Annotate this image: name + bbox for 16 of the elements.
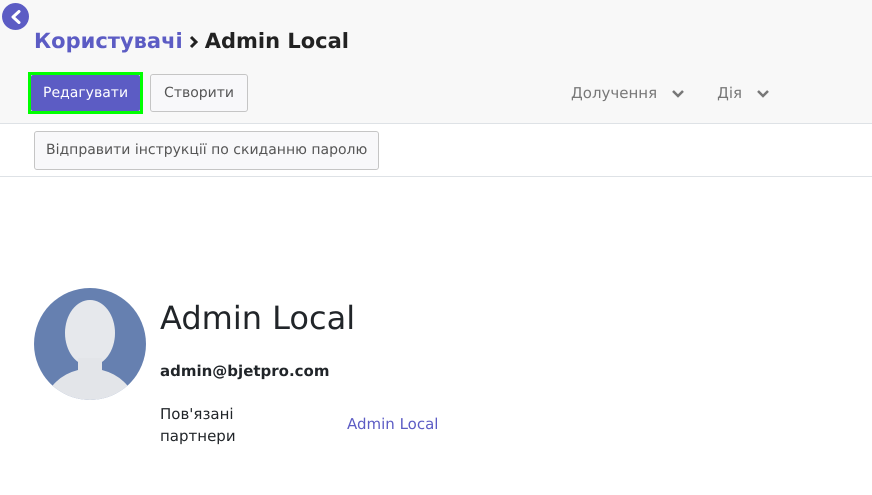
chevron-down-icon	[756, 88, 770, 98]
dropdown-toggle[interactable]: Дія	[717, 82, 770, 104]
chevron-down-icon	[671, 88, 686, 98]
chevron-left-icon	[10, 10, 22, 24]
edit-button[interactable]: Редагувати	[31, 75, 140, 111]
back-button[interactable]	[2, 3, 29, 30]
create-button[interactable]: Створити	[150, 74, 248, 112]
breadcrumb-current: Admin Local	[204, 28, 349, 56]
chevron-right-icon	[188, 35, 199, 49]
partner-link[interactable]: Admin Local	[347, 413, 438, 436]
email-text: admin@bjetpro.com	[160, 361, 330, 382]
dropdown-toggle[interactable]: Долучення	[571, 82, 686, 104]
field-label: Пов'язані партнери	[160, 404, 237, 446]
breadcrumb-link[interactable]: Користувачі	[34, 26, 183, 58]
reset-password-button[interactable]: Відправити інструкції по скиданню паролю	[34, 130, 380, 170]
record-name: Admin Local	[160, 298, 356, 338]
